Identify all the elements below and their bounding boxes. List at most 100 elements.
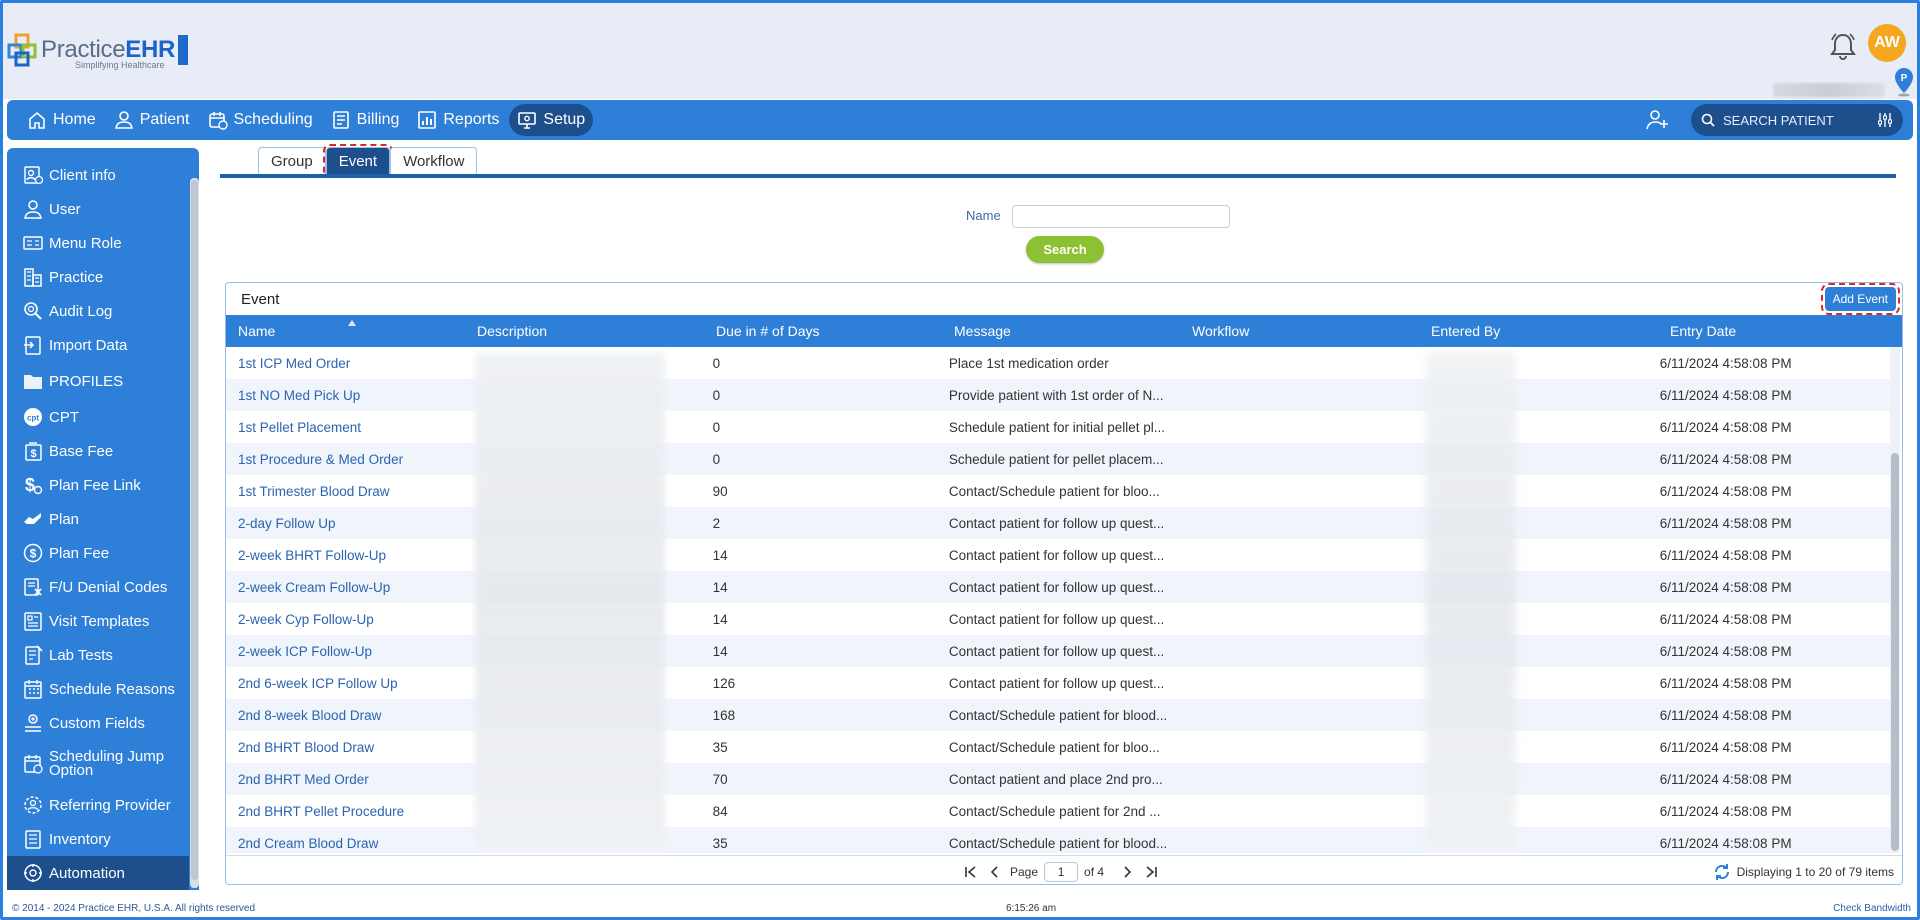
event-name-link[interactable]: 2nd BHRT Pellet Procedure	[226, 795, 463, 827]
sidebar-item-automation[interactable]: Automation	[7, 856, 189, 890]
event-message-cell: Contact patient and place 2nd pro...	[948, 771, 1163, 787]
search-patient-input[interactable]: SEARCH PATIENT	[1691, 104, 1903, 136]
sidebar-item-plan-fee[interactable]: $ Plan Fee	[7, 536, 189, 570]
tab-group[interactable]: Group	[258, 147, 326, 174]
event-workflow-cell	[1173, 539, 1410, 571]
first-page-button[interactable]	[962, 863, 980, 881]
svg-text:P: P	[1901, 73, 1908, 84]
dollar-doc-icon: $	[25, 442, 42, 461]
sidebar-item-scheduling-jump-option[interactable]: Scheduling Jump Option	[7, 740, 189, 788]
sidebar-item-label: Client info	[49, 166, 116, 184]
location-pin-icon[interactable]: P	[1893, 67, 1915, 97]
sidebar-item-custom-fields[interactable]: Custom Fields	[7, 706, 189, 740]
event-name-link[interactable]: 2-week Cream Follow-Up	[226, 571, 463, 603]
sidebar-item-audit-log[interactable]: Audit Log	[7, 294, 189, 328]
event-entry-date-cell: 6/11/2024 4:58:08 PM	[1659, 579, 1792, 595]
grid-scrollbar[interactable]	[1890, 347, 1900, 853]
event-name-link[interactable]: 2nd Cream Blood Draw	[226, 827, 463, 853]
sidebar-scrollbar[interactable]	[190, 178, 199, 888]
sidebar-item-visit-templates[interactable]: Visit Templates	[7, 604, 189, 638]
event-workflow-cell	[1173, 443, 1410, 475]
add-user-icon[interactable]	[1645, 108, 1669, 132]
user-avatar[interactable]: AW	[1868, 24, 1906, 62]
prev-page-button[interactable]	[986, 863, 1004, 881]
page-number-input[interactable]: 1	[1044, 862, 1079, 882]
sidebar-item-practice[interactable]: Practice	[7, 260, 189, 294]
event-name-link[interactable]: 1st ICP Med Order	[226, 347, 463, 379]
sidebar-item-cpt[interactable]: cpt CPT	[7, 400, 189, 434]
nav-setup[interactable]: Setup	[509, 104, 594, 136]
sidebar-scroll-thumb[interactable]	[191, 180, 198, 880]
building-icon	[24, 268, 42, 287]
tab-event[interactable]: Event	[322, 144, 394, 177]
nav-scheduling[interactable]: Scheduling	[200, 104, 321, 136]
event-name-link[interactable]: 2-week BHRT Follow-Up	[226, 539, 463, 571]
event-name-link[interactable]: 1st Pellet Placement	[226, 411, 463, 443]
sidebar-item-lab-tests[interactable]: Lab Tests	[7, 638, 189, 672]
sidebar-item-base-fee[interactable]: $ Base Fee	[7, 434, 189, 468]
column-header-name[interactable]: Name	[226, 315, 465, 347]
name-filter-input[interactable]	[1012, 205, 1230, 228]
event-due-cell: 0	[712, 419, 721, 435]
event-name-link[interactable]: 1st NO Med Pick Up	[226, 379, 463, 411]
tab-workflow[interactable]: Workflow	[390, 147, 478, 174]
calendar-icon	[208, 112, 228, 130]
sidebar-item-inventory[interactable]: Inventory	[7, 822, 189, 856]
sidebar-item-f-u-denial-codes[interactable]: F/U Denial Codes	[7, 570, 189, 604]
event-workflow-cell	[1173, 411, 1410, 443]
sidebar-item-referring-provider[interactable]: Referring Provider	[7, 788, 189, 822]
next-page-button[interactable]	[1118, 863, 1136, 881]
nav-reports[interactable]: Reports	[409, 104, 507, 136]
report-icon	[418, 111, 437, 129]
event-name-link[interactable]: 2-week ICP Follow-Up	[226, 635, 463, 667]
sidebar-item-schedule-reasons[interactable]: Schedule Reasons	[7, 672, 189, 706]
app-header: PracticeEHR Simplifying Healthcare AW P	[3, 3, 1917, 99]
column-header-message[interactable]: Message	[942, 315, 1180, 347]
event-message-cell: Schedule patient for pellet placem...	[948, 451, 1164, 467]
column-header-workflow[interactable]: Workflow	[1180, 315, 1419, 347]
event-workflow-cell	[1173, 827, 1410, 853]
sidebar-item-menu-role[interactable]: Menu Role	[7, 226, 189, 260]
event-name-link[interactable]: 1st Procedure & Med Order	[226, 443, 463, 475]
column-header-entered-by[interactable]: Entered By	[1419, 315, 1658, 347]
grid-scroll-thumb[interactable]	[1891, 453, 1899, 851]
event-name-link[interactable]: 2nd BHRT Med Order	[226, 763, 463, 795]
event-entry-date-cell: 6/11/2024 4:58:08 PM	[1659, 675, 1792, 691]
sidebar-item-plan[interactable]: Plan	[7, 502, 189, 536]
event-name-link[interactable]: 2nd 6-week ICP Follow Up	[226, 667, 463, 699]
template-icon	[24, 612, 42, 631]
nav-home[interactable]: Home	[19, 104, 104, 136]
column-header-due[interactable]: Due in # of Days	[704, 315, 942, 347]
column-header-entry-date[interactable]: Entry Date	[1658, 315, 1902, 347]
sidebar-item-label: Custom Fields	[49, 714, 145, 732]
event-name-link[interactable]: 2-day Follow Up	[226, 507, 463, 539]
sidebar-item-plan-fee-link[interactable]: $ Plan Fee Link	[7, 468, 189, 502]
sidebar-item-label: Plan Fee Link	[49, 476, 141, 494]
add-event-button[interactable]: Add Event	[1820, 283, 1901, 315]
filter-sliders-icon[interactable]	[1877, 112, 1893, 128]
event-entry-date-cell: 6/11/2024 4:58:08 PM	[1659, 739, 1792, 755]
bell-icon[interactable]	[1829, 31, 1857, 61]
event-due-cell: 35	[712, 835, 728, 851]
nav-right: SEARCH PATIENT	[1645, 104, 1903, 136]
event-name-link[interactable]: 2-week Cyp Follow-Up	[226, 603, 463, 635]
sidebar-item-user[interactable]: User	[7, 192, 189, 226]
event-entry-date-cell: 6/11/2024 4:58:08 PM	[1659, 483, 1792, 499]
event-due-cell: 168	[712, 707, 736, 723]
nav-patient[interactable]: Patient	[106, 104, 198, 136]
event-name-link[interactable]: 2nd BHRT Blood Draw	[226, 731, 463, 763]
sidebar-item-profiles[interactable]: PROFILES	[7, 362, 189, 400]
search-button[interactable]: Search	[1026, 236, 1104, 263]
sidebar-item-client-info[interactable]: Client info	[7, 158, 189, 192]
event-due-cell: 14	[712, 547, 728, 563]
event-name-link[interactable]: 1st Trimester Blood Draw	[226, 475, 463, 507]
nav-billing[interactable]: Billing	[323, 104, 408, 136]
check-bandwidth-link[interactable]: Check Bandwidth	[1833, 903, 1911, 914]
refresh-icon[interactable]	[1713, 863, 1731, 881]
last-page-button[interactable]	[1142, 863, 1160, 881]
column-header-description[interactable]: Description	[465, 315, 704, 347]
brand-logo[interactable]: PracticeEHR Simplifying Healthcare	[7, 33, 189, 70]
sidebar-item-import-data[interactable]: Import Data	[7, 328, 189, 362]
grid-title: Event	[241, 291, 280, 308]
event-name-link[interactable]: 2nd 8-week Blood Draw	[226, 699, 463, 731]
